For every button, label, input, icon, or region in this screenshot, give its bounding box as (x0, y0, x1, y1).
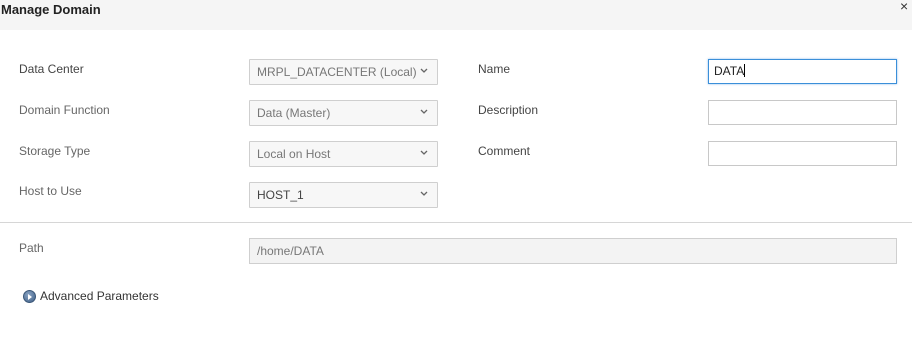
path-label: Path (19, 241, 44, 255)
storage-type-label: Storage Type (19, 144, 91, 158)
chevron-down-icon (420, 150, 428, 155)
section-divider (0, 222, 912, 223)
chevron-down-icon (420, 68, 428, 73)
host-to-use-select[interactable]: HOST_1 (249, 182, 438, 208)
domain-function-select[interactable]: Data (Master) (249, 100, 438, 126)
chevron-down-icon (420, 109, 428, 114)
dialog-header: Manage Domain × (0, 0, 912, 30)
name-label: Name (478, 62, 511, 76)
advanced-parameters-label: Advanced Parameters (40, 289, 159, 303)
path-input[interactable]: /home/DATA (249, 238, 897, 264)
domain-function-label: Domain Function (19, 103, 110, 117)
name-input-value: DATA (714, 64, 745, 78)
domain-function-value: Data (Master) (257, 106, 331, 120)
data-center-select[interactable]: MRPL_DATACENTER (Local) (249, 59, 438, 85)
data-center-value: MRPL_DATACENTER (Local) (257, 65, 417, 79)
storage-type-value: Local on Host (257, 147, 331, 161)
chevron-down-icon (420, 191, 428, 196)
expand-arrow-icon (23, 289, 36, 303)
text-caret (744, 64, 746, 77)
host-to-use-value: HOST_1 (257, 188, 304, 202)
data-center-label: Data Center (19, 62, 84, 76)
host-to-use-label: Host to Use (19, 184, 82, 198)
name-input[interactable]: DATA (708, 59, 897, 84)
description-label: Description (478, 103, 539, 117)
advanced-parameters-toggle[interactable]: Advanced Parameters (23, 288, 159, 304)
description-input[interactable] (708, 100, 897, 125)
dialog-title: Manage Domain (1, 2, 101, 17)
close-icon[interactable]: × (900, 0, 912, 13)
comment-input[interactable] (708, 141, 897, 166)
comment-label: Comment (478, 144, 531, 158)
storage-type-select[interactable]: Local on Host (249, 141, 438, 167)
